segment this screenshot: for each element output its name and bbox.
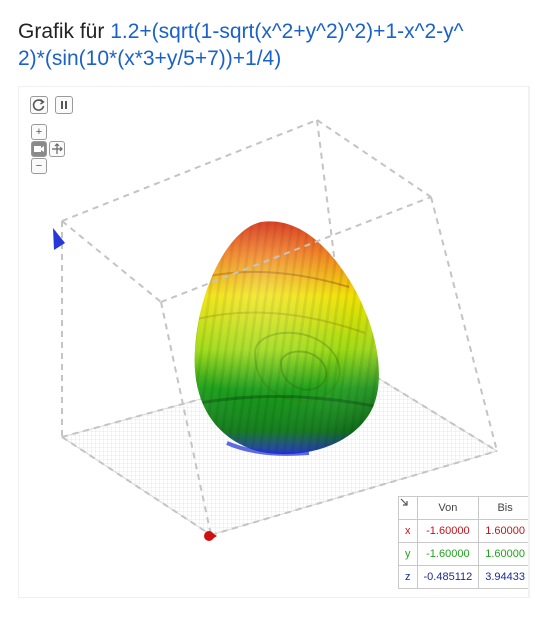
camera-icon — [34, 146, 44, 152]
range-header-from: Von — [416, 496, 480, 520]
zoom-out-label: − — [35, 160, 43, 172]
range-table: Von Bis x -1.60000 1.60000 y -1.60000 1.… — [398, 496, 528, 589]
range-row-y: y -1.60000 1.60000 — [398, 542, 528, 566]
range-axis-z: z — [398, 565, 418, 589]
reset-button[interactable] — [30, 96, 48, 114]
range-x-from[interactable]: -1.60000 — [416, 519, 480, 543]
range-header-row: Von Bis — [398, 496, 528, 520]
function-line-2: 2)*(sin(10*(x*3+y/5+7))+1/4) — [18, 47, 282, 70]
range-corner[interactable] — [398, 496, 418, 520]
range-header-to: Bis — [478, 496, 528, 520]
zoom-in-button[interactable]: + — [31, 124, 47, 140]
function-line-1: 1.2+(sqrt(1-sqrt(x^2+y^2)^2)+1-x^2-y^ — [110, 20, 464, 43]
refresh-icon — [32, 98, 45, 111]
move-button[interactable] — [49, 141, 65, 157]
camera-button[interactable] — [31, 141, 47, 157]
graph-title: Grafik für 1.2+(sqrt(1-sqrt(x^2+y^2)^2)+… — [18, 18, 538, 72]
range-z-from[interactable]: -0.485112 — [416, 565, 480, 589]
pause-icon — [61, 101, 67, 109]
title-prefix: Grafik für — [18, 20, 105, 43]
range-row-x: x -1.60000 1.60000 — [398, 519, 528, 543]
range-axis-x: x — [398, 519, 418, 543]
move-arrows-icon — [52, 143, 63, 154]
range-z-to[interactable]: 3.94433 — [478, 565, 528, 589]
arrow-down-right-icon — [400, 498, 408, 506]
graph-frame: + − Von Bis x -1.60000 1.60000 y -1.6000… — [18, 86, 530, 598]
axis-marker-blue — [53, 228, 65, 250]
zoom-in-label: + — [35, 126, 43, 138]
range-x-to[interactable]: 1.60000 — [478, 519, 528, 543]
plot-canvas[interactable]: + − Von Bis x -1.60000 1.60000 y -1.6000… — [19, 87, 528, 597]
range-y-from[interactable]: -1.60000 — [416, 542, 480, 566]
pause-button[interactable] — [55, 96, 73, 114]
range-row-z: z -0.485112 3.94433 — [398, 565, 528, 589]
range-axis-y: y — [398, 542, 418, 566]
range-y-to[interactable]: 1.60000 — [478, 542, 528, 566]
zoom-out-button[interactable]: − — [31, 158, 47, 174]
